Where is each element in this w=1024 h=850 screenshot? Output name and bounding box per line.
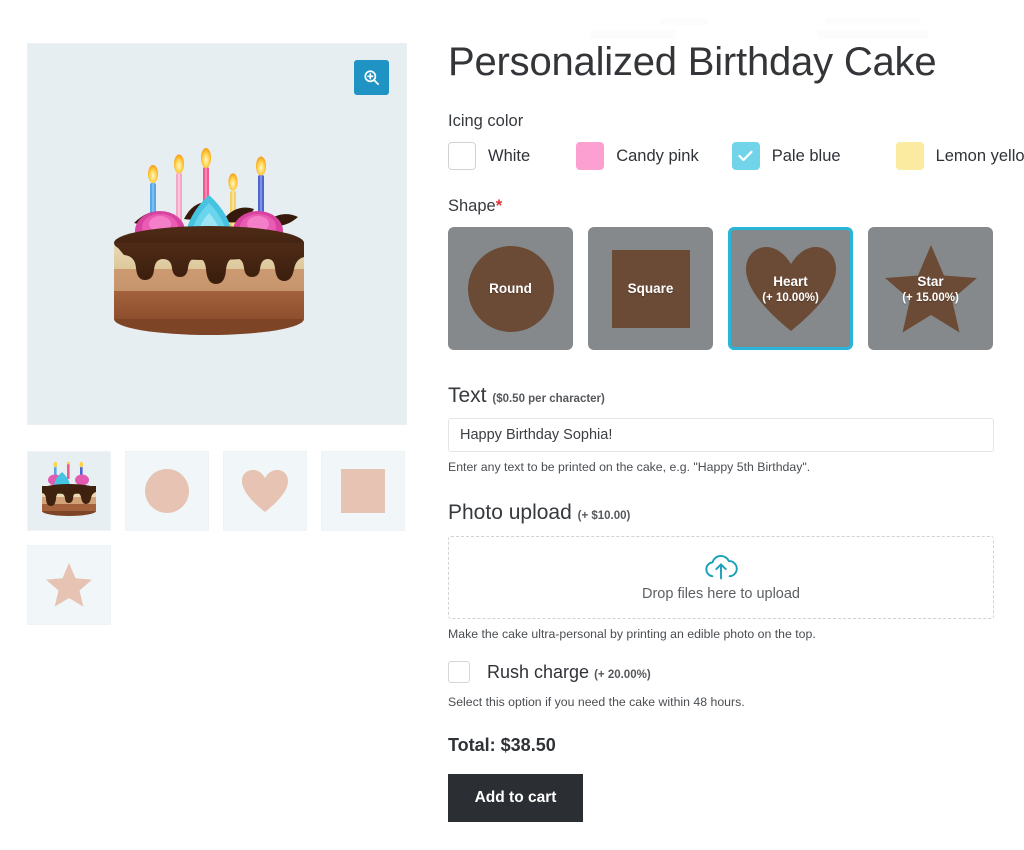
add-to-cart-button[interactable]: Add to cart — [448, 774, 583, 822]
page-title: Personalized Birthday Cake — [448, 40, 937, 84]
rush-charge-label: Rush charge (+ 20.00%) — [487, 662, 651, 683]
product-gallery — [27, 43, 407, 625]
thumbnail-round-shape[interactable] — [125, 451, 209, 531]
thumbnail-heart-shape[interactable] — [223, 451, 307, 531]
shape-options: Round Square Heart (+ 10.00%) Star (+ 15… — [448, 227, 994, 350]
shape-option-round[interactable]: Round — [448, 227, 573, 350]
icing-swatch-candy-pink — [576, 142, 605, 170]
product-page: Personalized Birthday Cake Icing color W… — [0, 0, 1024, 850]
magnifier-plus-icon-button[interactable] — [354, 60, 389, 95]
required-marker: * — [495, 197, 503, 215]
shape-option-star[interactable]: Star (+ 15.00%) — [868, 227, 993, 350]
text-field-price: ($0.50 per character) — [492, 393, 605, 405]
product-options-form: Personalized Birthday Cake Icing color W… — [448, 40, 1024, 822]
photo-upload-label: Photo upload (+ $10.00) — [448, 501, 994, 525]
rush-charge-helper: Select this option if you need the cake … — [448, 695, 745, 709]
thumbnail-square-shape[interactable] — [321, 451, 405, 531]
icing-label-pale-blue: Pale blue — [771, 146, 841, 165]
icing-swatch-pale-blue — [731, 142, 760, 170]
square-icon — [591, 230, 710, 347]
photo-upload-dropzone[interactable]: Drop files here to upload — [448, 536, 994, 619]
page-top-fade-artifact — [590, 0, 1024, 44]
rush-charge-price: (+ 20.00%) — [594, 668, 651, 681]
shape-label: Shape* — [448, 197, 994, 216]
square-icon — [341, 469, 385, 513]
cake-thumb-icon — [42, 462, 96, 516]
star-icon — [46, 563, 92, 607]
rush-charge-option[interactable]: Rush charge (+ 20.00%) — [448, 661, 994, 683]
icing-option-pale-blue[interactable]: Pale blue — [731, 142, 841, 170]
shape-option-square[interactable]: Square — [588, 227, 713, 350]
cake-illustration — [28, 44, 406, 424]
thumbnail-strip — [27, 451, 407, 625]
icing-color-options: White Candy pink Pale blue Lemon yello — [448, 142, 1024, 170]
dropzone-text: Drop files here to upload — [642, 586, 800, 602]
photo-upload-helper: Make the cake ultra-personal by printing… — [448, 627, 816, 641]
shape-option-heart[interactable]: Heart (+ 10.00%) — [728, 227, 853, 350]
cake-text-input[interactable] — [448, 418, 994, 452]
rush-charge-label-text: Rush charge — [487, 661, 590, 682]
heart-icon — [242, 470, 288, 512]
icing-label-candy-pink: Candy pink — [616, 146, 699, 165]
icing-label-white: White — [488, 146, 531, 165]
text-field-label-text: Text — [448, 384, 487, 407]
star-icon — [871, 230, 990, 347]
main-product-image[interactable] — [27, 43, 407, 425]
icing-color-label: Icing color — [448, 112, 524, 130]
total-price: Total: $38.50 — [448, 735, 556, 755]
rush-charge-checkbox[interactable] — [448, 661, 470, 683]
cake-svg — [114, 147, 304, 335]
check-icon — [738, 150, 753, 162]
circle-icon — [145, 469, 189, 513]
cloud-upload-icon — [703, 553, 739, 581]
thumbnail-cake-photo[interactable] — [27, 451, 111, 531]
thumbnail-star-shape[interactable] — [27, 545, 111, 625]
photo-upload-price: (+ $10.00) — [577, 510, 631, 522]
icing-option-lemon-yellow[interactable]: Lemon yellow — [895, 142, 1024, 170]
circle-icon — [451, 230, 570, 347]
icing-label-lemon-yellow: Lemon yellow — [935, 146, 1024, 165]
icing-swatch-lemon-yellow — [895, 142, 924, 170]
icing-option-candy-pink[interactable]: Candy pink — [576, 142, 699, 170]
heart-icon — [731, 230, 850, 347]
photo-upload-label-text: Photo upload — [448, 501, 572, 524]
text-field-helper: Enter any text to be printed on the cake… — [448, 460, 811, 474]
icing-option-white[interactable]: White — [448, 142, 530, 170]
icing-swatch-white — [448, 142, 476, 170]
shape-label-text: Shape — [448, 197, 496, 215]
text-field-label: Text ($0.50 per character) — [448, 384, 994, 408]
